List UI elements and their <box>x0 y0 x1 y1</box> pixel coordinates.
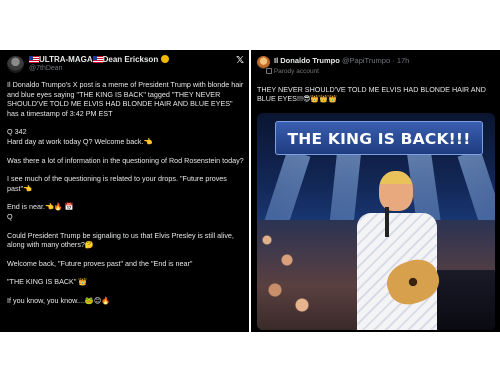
parody-label: Parody account <box>266 68 319 75</box>
post-time: 17h <box>396 56 410 65</box>
post-paragraph: Was there a lot of information in the qu… <box>7 155 244 165</box>
banner-text: THE KING IS BACK!!! <box>287 130 471 148</box>
author-name: Il Donaldo Trumpo <box>274 56 340 65</box>
us-flag-icon <box>29 56 39 63</box>
frog-badge-icon <box>161 55 170 63</box>
post-paragraph: Q 342 <box>7 127 27 137</box>
separator: · <box>392 56 395 65</box>
microphone-icon <box>385 207 389 237</box>
right-post-text: THEY NEVER SHOULD'VE TOLD ME ELVIS HAD B… <box>257 85 486 103</box>
performer-head <box>379 171 413 211</box>
author-handle[interactable]: @7thDean <box>29 65 63 72</box>
post-paragraph: Hard day at work today Q? Welcome back.👈 <box>7 136 153 146</box>
banner: THE KING IS BACK!!! <box>275 121 483 155</box>
post-paragraph: Il Donaldo Trumpo's X post is a meme of … <box>7 80 244 118</box>
post-paragraph: Q <box>7 211 13 221</box>
parody-icon <box>266 68 272 74</box>
post-image[interactable]: THE KING IS BACK!!! <box>257 113 495 330</box>
left-post-body: Il Donaldo Trumpo's X post is a meme of … <box>7 80 245 315</box>
left-post-screenshot: ULTRA-MAGA Dean Erickson @7thDean 𝕏 Il Do… <box>0 50 249 332</box>
post-paragraph: Could President Trump be signaling to us… <box>7 230 234 250</box>
right-post-header: Il Donaldo Trumpo @PapiTrumpo · 17h Paro… <box>257 55 496 79</box>
post-paragraph: "THE KING IS BACK" 👑 <box>7 277 88 287</box>
post-paragraph: I see much of the questioning is related… <box>7 174 227 193</box>
author-name[interactable]: ULTRA-MAGA Dean Erickson <box>29 55 170 64</box>
post-paragraph: If you know, you know....🐸😊🔥 <box>7 295 111 305</box>
performer-figure <box>349 171 445 330</box>
us-flag-icon <box>92 56 103 63</box>
right-post-screenshot: Il Donaldo Trumpo @PapiTrumpo · 17h Paro… <box>251 50 500 332</box>
avatar[interactable] <box>7 56 24 73</box>
post-paragraph: End is near.👈🔥 📅 <box>7 202 74 212</box>
author-handle: @PapiTrumpo <box>341 56 391 65</box>
left-post-header: ULTRA-MAGA Dean Erickson @7thDean 𝕏 <box>7 55 245 77</box>
post-paragraph: Welcome back, "Future proves past" and t… <box>7 258 193 268</box>
x-logo-icon: 𝕏 <box>235 55 244 66</box>
author-line[interactable]: Il Donaldo Trumpo @PapiTrumpo · 17h <box>274 56 409 65</box>
